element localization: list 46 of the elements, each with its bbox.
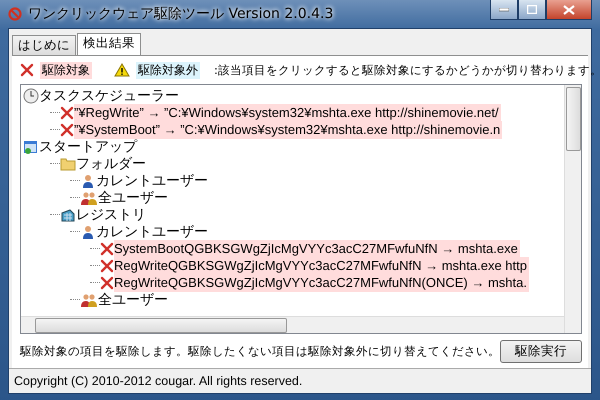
remove-button[interactable]: 駆除実行	[500, 340, 582, 362]
clock-icon	[23, 88, 39, 104]
cross-icon	[20, 63, 34, 77]
tree-item[interactable]: カレントユーザー	[96, 222, 210, 240]
detected-entry[interactable]: ”¥SystemBoot” → ”C:¥Windows¥system32¥mshta.exe http://shinemovie.n	[74, 120, 502, 138]
prohibited-icon	[8, 7, 22, 21]
instruction-text: 駆除対象の項目を駆除します。駆除したくない項目は駆除対象外に切り替えてください。	[20, 344, 500, 358]
tree-item[interactable]: レジストリ	[76, 206, 148, 224]
tree-item[interactable]: タスクスケジューラー	[39, 86, 181, 104]
horizontal-scrollbar[interactable]	[21, 316, 564, 333]
cross-icon	[100, 242, 114, 256]
tree-item[interactable]: カレントユーザー	[96, 172, 210, 190]
hint-text: :該当項目をクリックすると駆除対象にするかどうかが切り替わります。	[214, 62, 600, 78]
warning-icon	[114, 63, 130, 77]
user-icon	[80, 224, 96, 240]
users-icon	[80, 292, 98, 308]
close-icon	[563, 4, 575, 14]
close-button[interactable]	[546, 0, 592, 20]
detected-entry[interactable]: SystemBootQGBKSGWgZjIcMgVYYc3acC27MFwfuNfN → mshta.exe	[114, 240, 520, 258]
folder-icon	[60, 156, 76, 172]
tab[interactable]: 検出結果	[77, 33, 141, 55]
window-icon	[23, 138, 39, 154]
tree-item[interactable]: 全ユーザー	[98, 188, 170, 206]
tree-item[interactable]: フォルダー	[76, 154, 148, 172]
tree-item[interactable]: スタートアップ	[39, 138, 139, 156]
cross-icon	[100, 258, 114, 272]
detected-entry[interactable]: ”¥RegWrite” → ”C:¥Windows¥system32¥mshta.exe http://shinemovie.net/	[74, 104, 501, 122]
vertical-scrollbar[interactable]	[564, 85, 581, 333]
detected-entry[interactable]: RegWriteQGBKSGWgZjIcMgVYYc3acC27MFwfuNfN → mshta.exe http	[114, 256, 529, 274]
legend-label: 駆除対象	[40, 62, 92, 78]
maximize-icon	[527, 5, 537, 14]
minimize-icon	[499, 8, 509, 12]
users-icon	[80, 190, 98, 206]
detected-entry[interactable]: RegWriteQGBKSGWgZjIcMgVYYc3acC27MFwfuNfN(ONCE) → mshta.	[114, 274, 529, 292]
tab[interactable]: はじめに	[12, 35, 76, 55]
maximize-button[interactable]	[518, 0, 546, 20]
copyright-text: Copyright (C) 2010-2012 cougar. All rights reserved.	[14, 374, 302, 388]
minimize-button[interactable]	[490, 0, 518, 20]
registry-icon	[60, 206, 76, 222]
tree-item[interactable]: 全ユーザー	[98, 290, 170, 308]
cross-icon	[60, 106, 74, 120]
legend-label: 駆除対象外	[136, 62, 200, 78]
cross-icon	[60, 122, 74, 136]
cross-icon	[100, 276, 114, 290]
user-icon	[80, 172, 96, 188]
window-title: ワンクリックウェア駆除ツール Version 2.0.4.3	[28, 5, 334, 23]
